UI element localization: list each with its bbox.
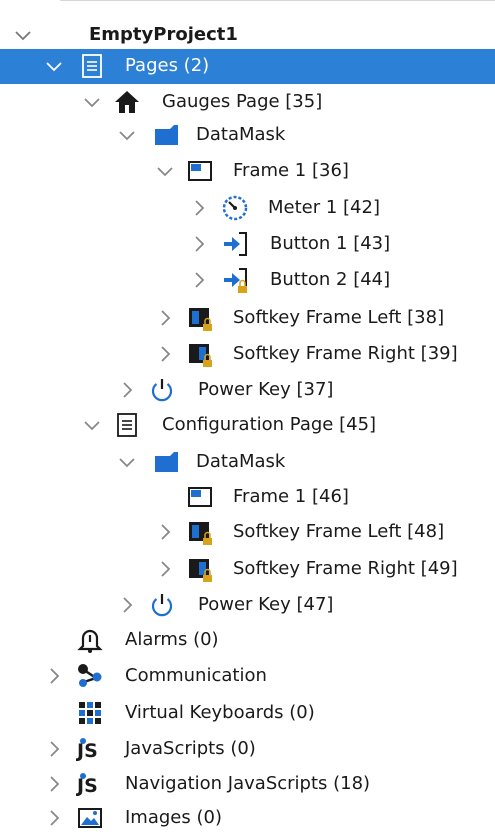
home-icon — [115, 91, 139, 113]
chevron-right-icon[interactable] — [188, 196, 210, 220]
tree-item-configuration-page[interactable]: Configuration Page [45] — [0, 408, 495, 443]
tree-item-datamask[interactable]: DataMask — [0, 118, 495, 153]
chevron-right-icon[interactable] — [43, 772, 65, 796]
tree-item-label: DataMask — [196, 124, 286, 145]
chevron-right-icon[interactable] — [43, 664, 65, 688]
tree-item-softkey-left[interactable]: Softkey Frame Left [38] — [0, 301, 495, 336]
javascript-icon: JS — [76, 773, 98, 797]
svg-text:JS: JS — [76, 740, 98, 762]
tree-item-datamask[interactable]: DataMask — [0, 445, 495, 480]
tree-item-label: Softkey Frame Right [49] — [233, 558, 458, 579]
tree-item-label: Pages (2) — [125, 55, 210, 76]
tree-item-communication[interactable]: Communication — [0, 659, 495, 694]
chevron-right-icon[interactable] — [154, 306, 176, 330]
tree-item-gauges-page[interactable]: Gauges Page [35] — [0, 85, 495, 120]
tree-item-label: Alarms (0) — [125, 629, 219, 650]
keyboard-grid-icon — [79, 702, 101, 724]
button-arrow-icon — [224, 232, 247, 256]
chevron-right-icon[interactable] — [188, 232, 210, 256]
softkey-frame-right-icon — [189, 559, 212, 582]
chevron-right-icon[interactable] — [116, 378, 138, 402]
chevron-right-icon[interactable] — [43, 737, 65, 761]
tree-item-label: Communication — [125, 665, 267, 686]
tree-item-power-key[interactable]: Power Key [37] — [0, 373, 495, 408]
chevron-right-icon[interactable] — [154, 520, 176, 544]
chevron-right-icon[interactable] — [188, 268, 210, 292]
tree-top-border — [60, 0, 495, 1]
tree-item-project[interactable]: EmptyProject1 — [0, 18, 495, 53]
button-locked-icon — [224, 268, 247, 293]
tree-item-label: Virtual Keyboards (0) — [125, 702, 315, 723]
softkey-frame-left-icon — [189, 522, 212, 545]
chevron-down-icon[interactable] — [81, 90, 103, 114]
javascript-icon: JS — [76, 738, 98, 762]
tree-item-label: Power Key [47] — [198, 594, 334, 615]
tree-item-frame[interactable]: Frame 1 [36] — [0, 154, 495, 189]
alarm-bell-icon — [77, 629, 103, 653]
tree-item-label: EmptyProject1 — [89, 24, 238, 45]
chevron-down-icon[interactable] — [12, 23, 34, 47]
tree-item-label: Navigation JavaScripts (18) — [125, 773, 371, 794]
pages-list-icon — [82, 54, 102, 78]
power-icon — [151, 594, 173, 617]
chevron-right-icon[interactable] — [43, 806, 65, 830]
meter-gauge-icon — [222, 195, 248, 221]
tree-item-frame[interactable]: Frame 1 [46] — [0, 480, 495, 515]
tree-item-javascripts[interactable]: JS JavaScripts (0) — [0, 732, 495, 767]
tree-item-label: Button 2 [44] — [270, 269, 391, 290]
tree-item-navigation-javascripts[interactable]: JS Navigation JavaScripts (18) — [0, 767, 495, 802]
tree-item-label: JavaScripts (0) — [125, 738, 256, 759]
datamask-folder-icon — [155, 125, 178, 145]
tree-item-softkey-left[interactable]: Softkey Frame Left [48] — [0, 515, 495, 550]
chevron-down-icon[interactable] — [116, 123, 138, 147]
tree-item-label: Images (0) — [125, 807, 222, 828]
tree-item-label: Frame 1 [36] — [233, 160, 349, 181]
tree-item-label: Softkey Frame Left [48] — [233, 521, 445, 542]
chevron-down-icon[interactable] — [81, 413, 103, 437]
tree-item-label: Button 1 [43] — [270, 233, 391, 254]
tree-item-meter[interactable]: Meter 1 [42] — [0, 191, 495, 226]
tree-item-power-key[interactable]: Power Key [47] — [0, 588, 495, 623]
tree-item-virtual-keyboards[interactable]: Virtual Keyboards (0) — [0, 696, 495, 731]
chevron-down-icon[interactable] — [116, 450, 138, 474]
tree-item-softkey-right[interactable]: Softkey Frame Right [39] — [0, 337, 495, 372]
softkey-frame-right-icon — [189, 344, 212, 367]
communication-network-icon — [78, 664, 102, 687]
tree-item-label: Meter 1 [42] — [268, 197, 380, 218]
tree-item-button2[interactable]: Button 2 [44] — [0, 263, 495, 298]
tree-item-label: Configuration Page [45] — [162, 414, 377, 435]
tree-item-images[interactable]: Images (0) — [0, 801, 495, 836]
tree-item-pages[interactable]: Pages (2) — [0, 49, 495, 84]
tree-item-softkey-right[interactable]: Softkey Frame Right [49] — [0, 552, 495, 587]
page-list-icon — [117, 413, 137, 437]
tree-item-button1[interactable]: Button 1 [43] — [0, 227, 495, 262]
power-icon — [151, 379, 173, 402]
tree-item-label: Softkey Frame Left [38] — [233, 307, 445, 328]
chevron-right-icon[interactable] — [154, 342, 176, 366]
tree-item-label: Frame 1 [46] — [233, 486, 349, 507]
chevron-down-icon[interactable] — [154, 159, 176, 183]
tree-item-label: Gauges Page [35] — [162, 91, 323, 112]
softkey-frame-left-icon — [189, 308, 212, 331]
svg-text:JS: JS — [76, 775, 98, 797]
tree-item-alarms[interactable]: Alarms (0) — [0, 623, 495, 658]
datamask-folder-icon — [155, 452, 178, 472]
chevron-down-icon[interactable] — [43, 54, 65, 78]
frame-icon — [188, 161, 212, 181]
chevron-right-icon[interactable] — [116, 593, 138, 617]
tree-item-label: DataMask — [196, 451, 286, 472]
tree-item-label: Power Key [37] — [198, 379, 334, 400]
chevron-right-icon[interactable] — [154, 557, 176, 581]
image-icon — [78, 808, 102, 828]
tree-item-label: Softkey Frame Right [39] — [233, 343, 458, 364]
frame-icon — [188, 487, 212, 507]
